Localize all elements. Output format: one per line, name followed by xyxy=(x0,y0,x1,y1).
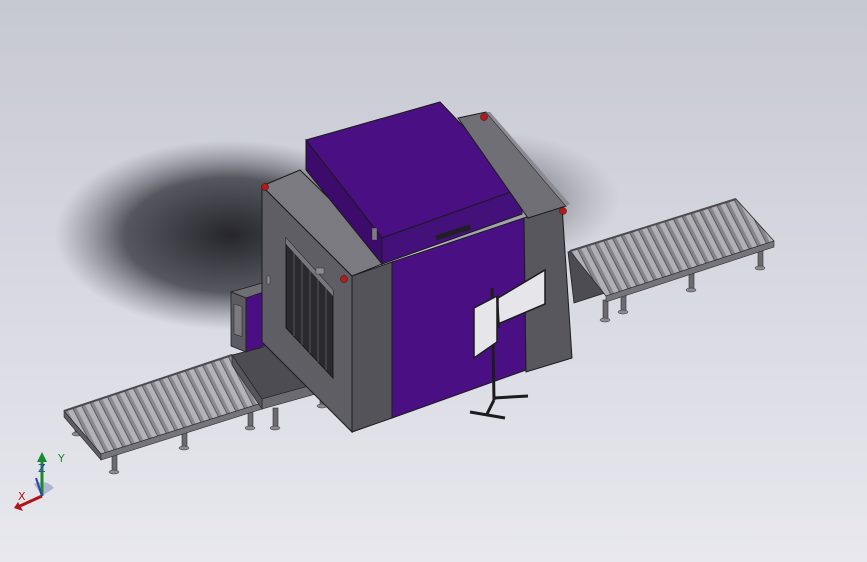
side-panel-left-strip xyxy=(351,261,393,433)
triad-plane-icon xyxy=(34,482,54,496)
model-scene[interactable] xyxy=(0,0,867,562)
y-axis-label: Y xyxy=(57,452,65,465)
3d-graphics-viewport[interactable]: Y Z X xyxy=(0,0,867,562)
z-axis-label: Z xyxy=(38,462,46,475)
orientation-triad[interactable]: Y Z X xyxy=(14,448,74,518)
x-axis-label: X xyxy=(18,490,26,503)
